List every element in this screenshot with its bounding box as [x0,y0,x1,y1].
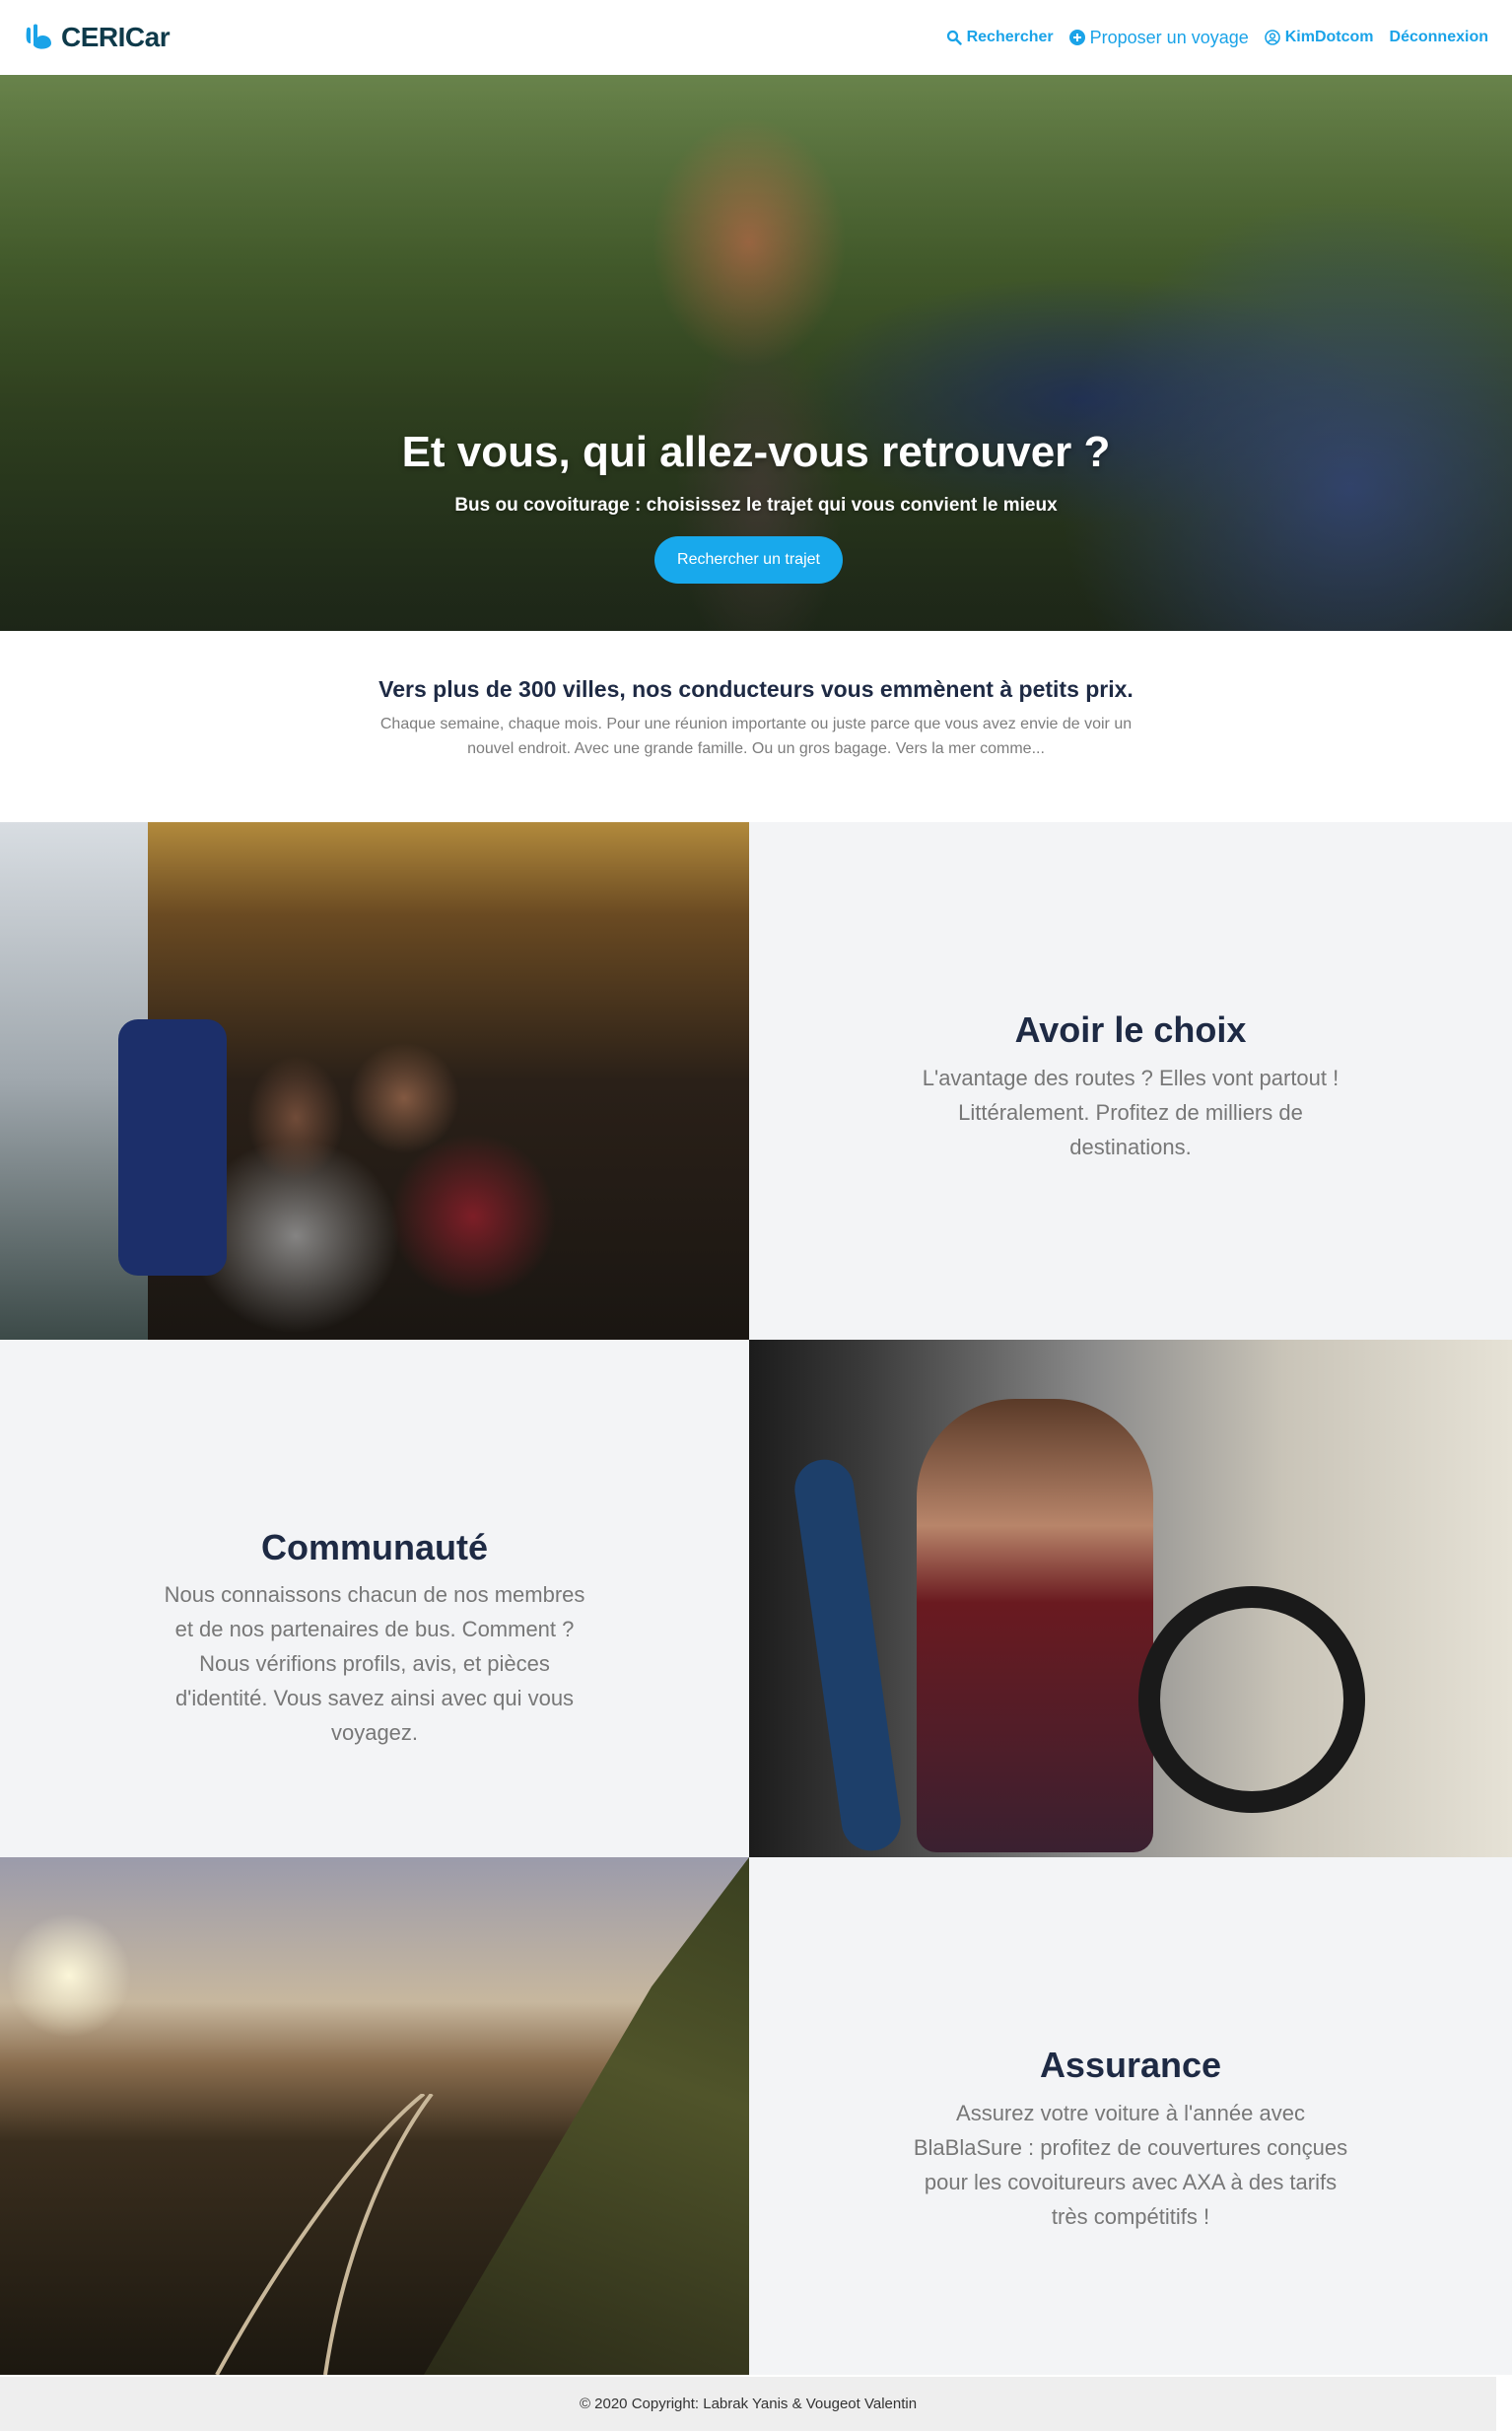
nav-logout-label: Déconnexion [1389,29,1488,45]
hero-content: Et vous, qui allez-vous retrouver ? Bus … [0,75,1512,631]
hero-title: Et vous, qui allez-vous retrouver ? [401,428,1111,476]
brand-logo-icon [24,24,55,51]
nav-propose-link[interactable]: Proposer un voyage [1068,27,1249,48]
steering-wheel [1138,1586,1365,1813]
intro-title: Vers plus de 300 villes, nos conducteurs… [378,676,1134,702]
car-driver-image [749,1340,1512,1857]
footer: © 2020 Copyright: Labrak Yanis & Vougeot… [0,2377,1496,2431]
search-trip-button[interactable]: Rechercher un trajet [654,536,843,584]
seat-belt [790,1455,905,1855]
railway-track [215,2094,434,2375]
nav-propose-label: Proposer un voyage [1089,27,1249,47]
hillside [424,1857,749,2375]
plus-circle-icon [1068,30,1085,45]
nav-logout-link[interactable]: Déconnexion [1390,29,1488,46]
hero-banner: Et vous, qui allez-vous retrouver ? Bus … [0,75,1512,631]
train-couple-image [0,822,749,1340]
feature-description: Nous connaissons chacun de nos membres e… [164,1582,585,1745]
brand-name: CERICar [61,22,171,52]
feature-title: Assurance [1039,2045,1222,2085]
feature-insurance-text: Assurance Assurez votre voiture à l'anné… [749,1857,1512,2375]
hero-subtitle: Bus ou covoiturage : choisissez le traje… [454,495,1058,516]
feature-title: Avoir le choix [1014,1009,1247,1050]
railway-sunset-image [0,1857,749,2375]
feature-community: Communauté Nous connaissons chacun de no… [0,1340,1512,1857]
brand-link[interactable]: CERICar [24,22,171,53]
feature-choice-text: Avoir le choix L'avantage des routes ? E… [749,822,1512,1340]
navbar: CERICar Rechercher Proposer un voyage Ki… [0,0,1512,75]
footer-copyright: © 2020 Copyright: Labrak Yanis & Vougeot… [579,2396,918,2412]
feature-title: Communauté [260,1527,488,1567]
train-seat [118,1019,227,1276]
nav-links: Rechercher Proposer un voyage KimDotcom … [946,28,1488,48]
nav-profile-link[interactable]: KimDotcom [1264,29,1374,46]
nav-search-label: Rechercher [966,29,1054,45]
intro-section: Vers plus de 300 villes, nos conducteurs… [0,631,1512,822]
feature-insurance: Assurance Assurez votre voiture à l'anné… [0,1857,1512,2375]
search-icon [946,30,962,45]
feature-description: Assurez votre voiture à l'année avec Bla… [913,2101,1348,2229]
driver [917,1399,1153,1852]
nav-profile-label: KimDotcom [1284,29,1374,45]
feature-description: L'avantage des routes ? Elles vont parto… [922,1066,1340,1159]
feature-choice: Avoir le choix L'avantage des routes ? E… [0,822,1512,1340]
feature-community-text: Communauté Nous connaissons chacun de no… [0,1340,749,1857]
intro-text: Chaque semaine, chaque mois. Pour une ré… [379,716,1133,757]
nav-search-link[interactable]: Rechercher [946,29,1054,46]
user-circle-icon [1264,30,1280,45]
